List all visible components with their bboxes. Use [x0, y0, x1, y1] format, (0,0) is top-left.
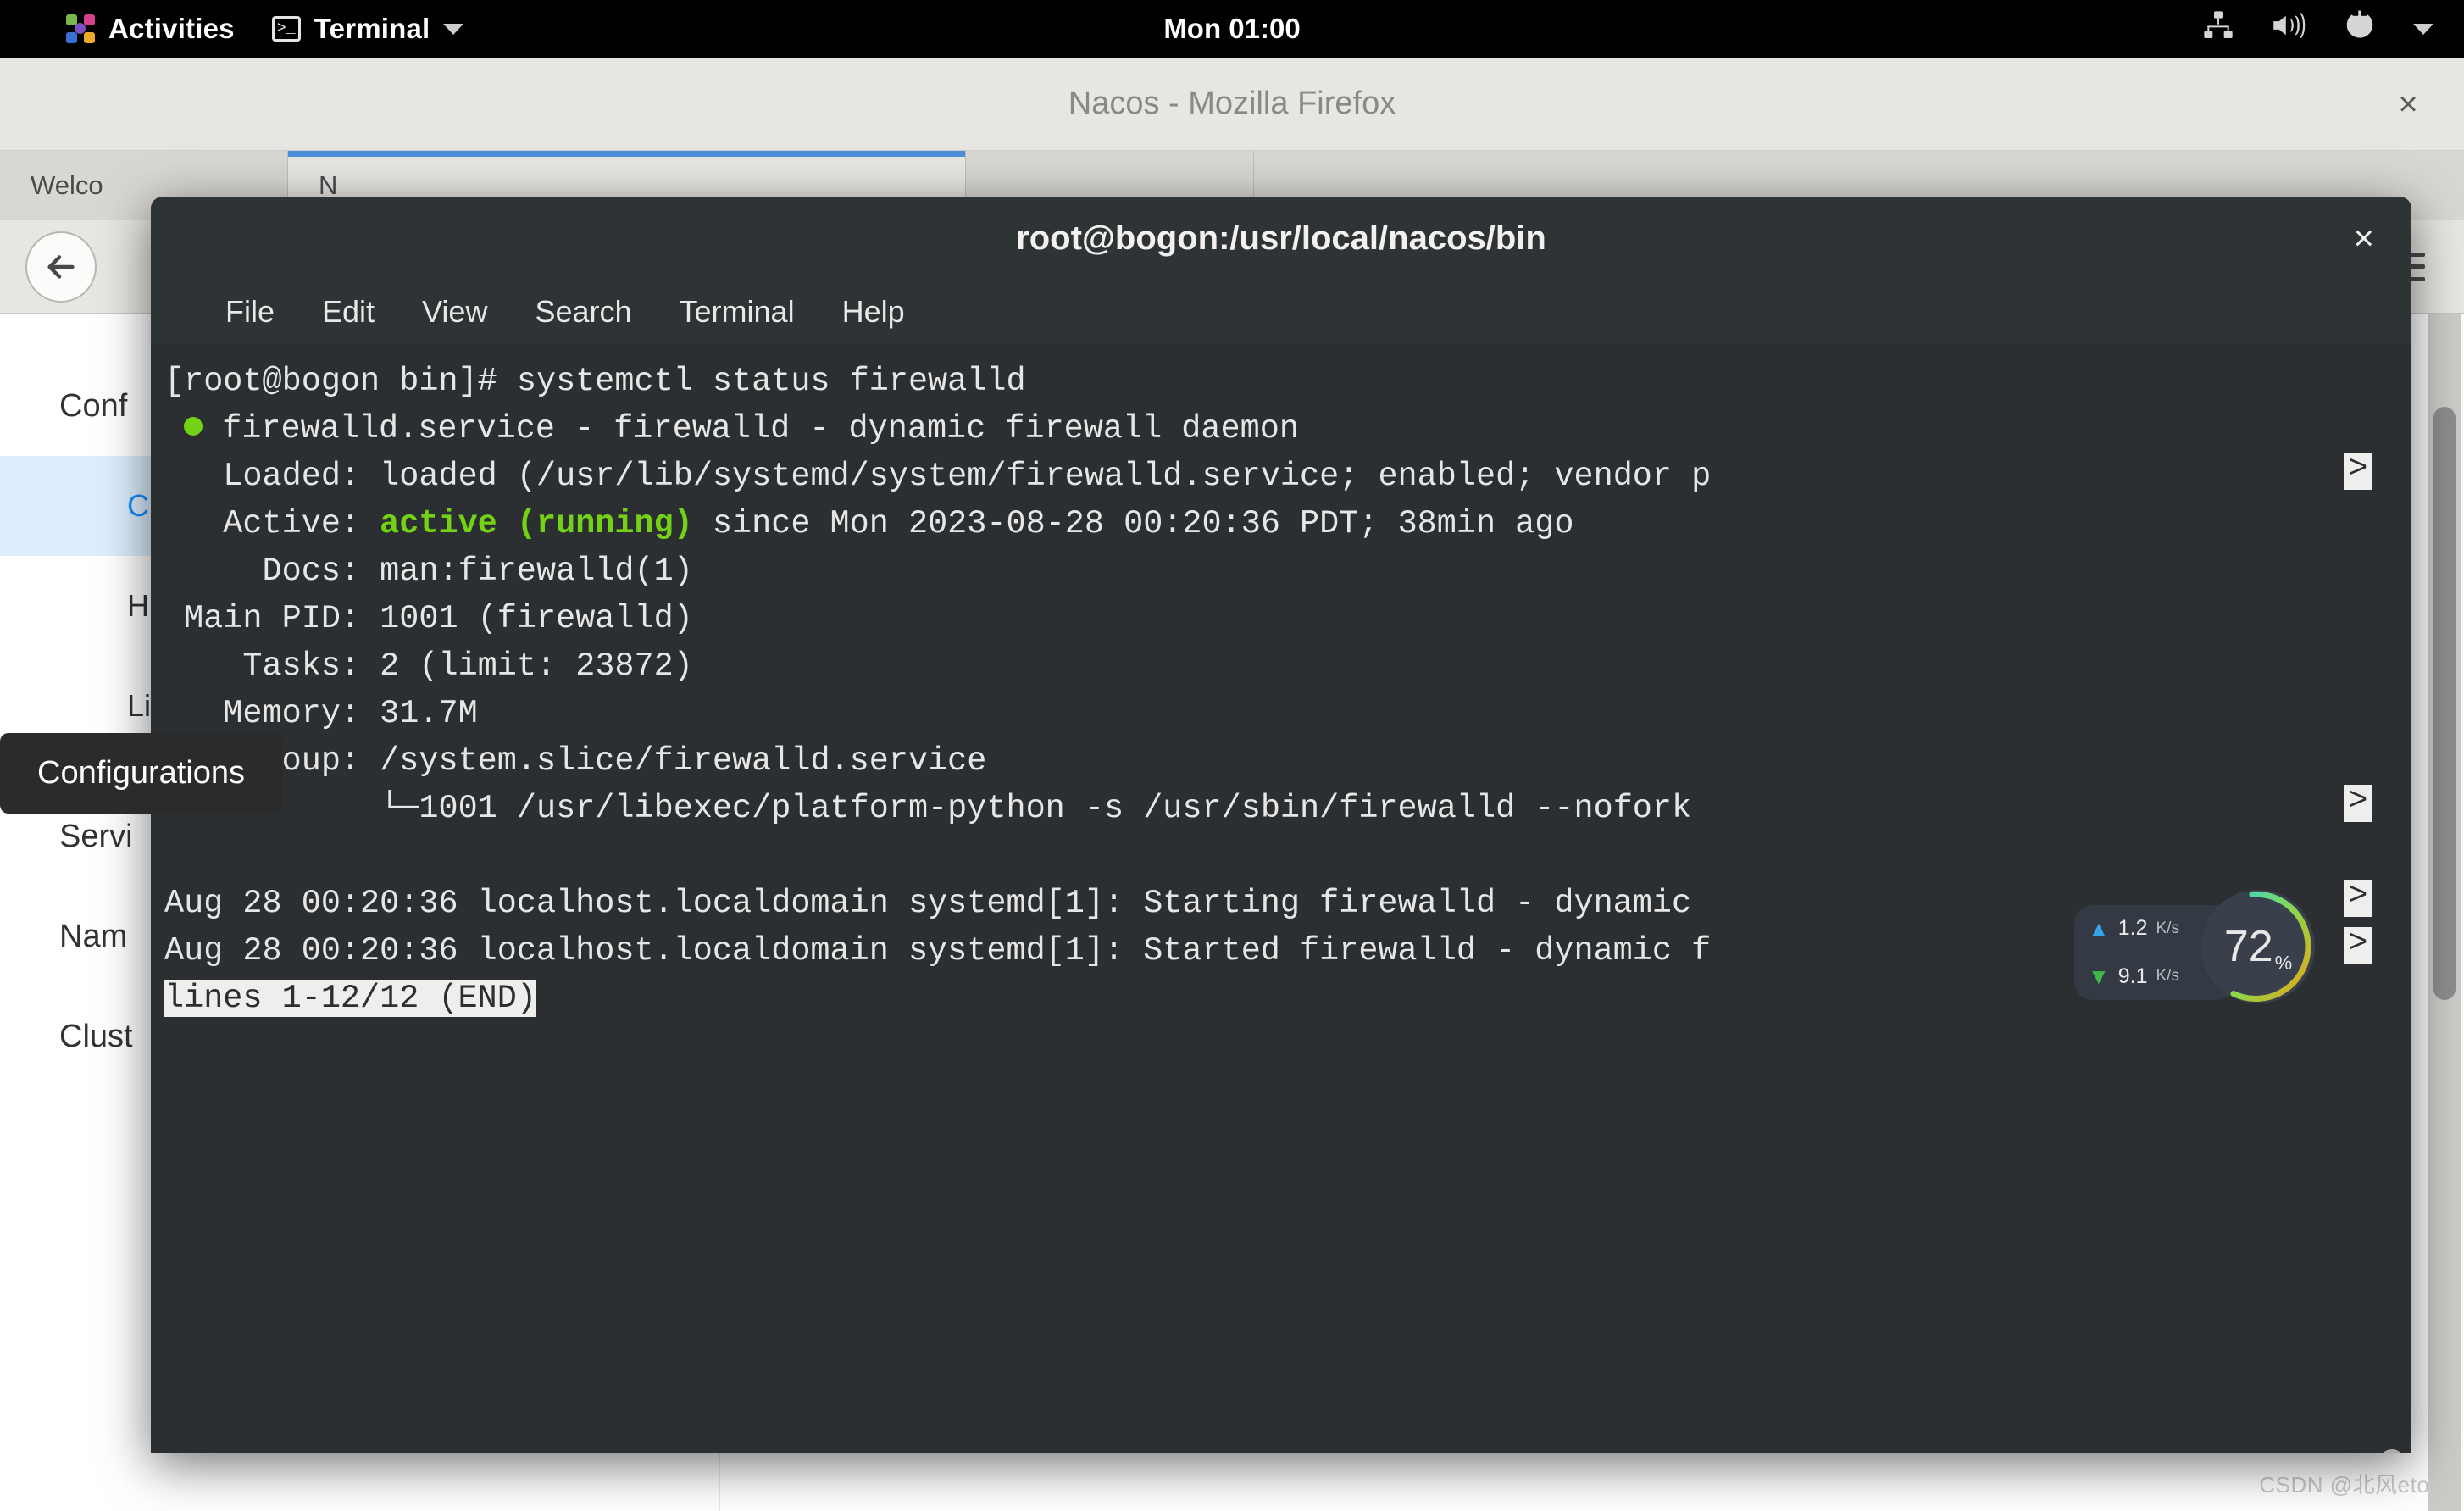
- status-dot-icon: [184, 417, 203, 436]
- menu-edit[interactable]: Edit: [298, 294, 398, 330]
- line-continuation-marker: >: [2344, 453, 2372, 490]
- terminal-line: Docs: man:firewalld(1): [164, 547, 2411, 595]
- sidebar-item-label: H: [127, 588, 149, 624]
- volume-icon: [2271, 9, 2306, 48]
- firefox-window-title: Nacos - Mozilla Firefox: [1068, 86, 1396, 122]
- terminal-text: [root@bogon bin]# systemctl status firew…: [151, 358, 2411, 1022]
- app-menu-button[interactable]: >_ Terminal: [253, 0, 483, 58]
- terminal-scrollbar-track[interactable]: [2372, 492, 2411, 1453]
- terminal-titlebar: root@bogon:/usr/local/nacos/bin ×: [151, 197, 2411, 280]
- activities-button[interactable]: Activities: [47, 0, 253, 58]
- sidebar-item-label: Nam: [59, 919, 127, 955]
- line-continuation-marker: >: [2344, 785, 2372, 822]
- terminal-line: Main PID: 1001 (firewalld): [164, 595, 2411, 642]
- firefox-close-button[interactable]: ×: [2386, 82, 2430, 126]
- download-speed-unit: K/s: [2156, 967, 2179, 986]
- sidebar-item-label: Li: [127, 688, 151, 724]
- menu-search[interactable]: Search: [511, 294, 655, 330]
- cpu-gauge-text: 72 %: [2201, 890, 2315, 1003]
- arrow-down-icon: ▼: [2088, 965, 2110, 987]
- menu-help[interactable]: Help: [819, 294, 929, 330]
- terminal-line: └─1001 /usr/libexec/platform-python -s /…: [164, 785, 2411, 832]
- terminal-line: Tasks: 2 (limit: 23872): [164, 642, 2411, 690]
- browser-tab-label: Welco: [31, 170, 103, 201]
- back-arrow-icon[interactable]: [25, 231, 97, 303]
- upload-speed-unit: K/s: [2156, 919, 2179, 938]
- terminal-close-button[interactable]: ×: [2353, 220, 2374, 256]
- system-status-area[interactable]: [2201, 0, 2433, 58]
- download-speed-value: 9.1: [2118, 964, 2148, 989]
- page-scrollbar-track[interactable]: [2428, 314, 2461, 1511]
- network-wired-icon: [2201, 8, 2235, 49]
- terminal-blank-line: [164, 832, 2411, 880]
- chevron-down-icon: [443, 24, 463, 35]
- arrow-up-icon: ▲: [2088, 918, 2110, 940]
- terminal-menubar: File Edit View Search Terminal Help: [151, 280, 2411, 344]
- terminal-unit-line: firewalld.service - firewalld - dynamic …: [164, 405, 2411, 453]
- sidebar-item-label: C: [127, 488, 149, 524]
- sidebar-item-label: Servi: [59, 819, 133, 855]
- cpu-percent-value: 72: [2224, 921, 2273, 972]
- terminal-line: Memory: 31.7M: [164, 690, 2411, 737]
- upload-speed-value: 1.2: [2118, 916, 2148, 941]
- terminal-scrollbar-thumb[interactable]: [2379, 1449, 2405, 1453]
- terminal-line: Active: active (running) since Mon 2023-…: [164, 500, 2411, 547]
- activities-label: Activities: [108, 13, 235, 45]
- gnome-top-bar: Activities >_ Terminal Mon 01:00: [0, 0, 2464, 58]
- power-icon: [2342, 8, 2378, 50]
- terminal-prompt-line: [root@bogon bin]# systemctl status firew…: [164, 358, 2411, 405]
- terminal-icon: >_: [272, 16, 301, 42]
- terminal-window-title: root@bogon:/usr/local/nacos/bin: [1016, 219, 1546, 258]
- chevron-down-icon[interactable]: [2413, 24, 2433, 35]
- csdn-watermark: CSDN @北风etoto: [2259, 1468, 2449, 1499]
- line-continuation-marker: >: [2344, 880, 2372, 917]
- terminal-line: CGroup: /system.slice/firewalld.service: [164, 737, 2411, 785]
- pager-status-text: lines 1-12/12 (END): [164, 980, 536, 1017]
- cpu-percent-unit: %: [2275, 952, 2292, 975]
- page-scrollbar-thumb[interactable]: [2433, 407, 2456, 1000]
- cpu-usage-gauge: 72 %: [2201, 890, 2315, 1003]
- terminal-output-area[interactable]: [root@bogon bin]# systemctl status firew…: [151, 344, 2411, 1453]
- tooltip-configurations: Configurations: [0, 733, 282, 814]
- terminal-line: Loaded: loaded (/usr/lib/systemd/system/…: [164, 453, 2411, 500]
- activities-icon: [66, 14, 95, 43]
- menu-terminal[interactable]: Terminal: [656, 294, 819, 330]
- sidebar-item-label: Conf: [59, 388, 127, 425]
- terminal-window: root@bogon:/usr/local/nacos/bin × File E…: [151, 197, 2411, 1453]
- line-continuation-marker: >: [2344, 927, 2372, 964]
- firefox-titlebar: Nacos - Mozilla Firefox ×: [0, 58, 2464, 151]
- sidebar-item-label: Clust: [59, 1019, 133, 1055]
- menu-file[interactable]: File: [202, 294, 298, 330]
- app-menu-label: Terminal: [314, 13, 430, 45]
- menu-view[interactable]: View: [398, 294, 511, 330]
